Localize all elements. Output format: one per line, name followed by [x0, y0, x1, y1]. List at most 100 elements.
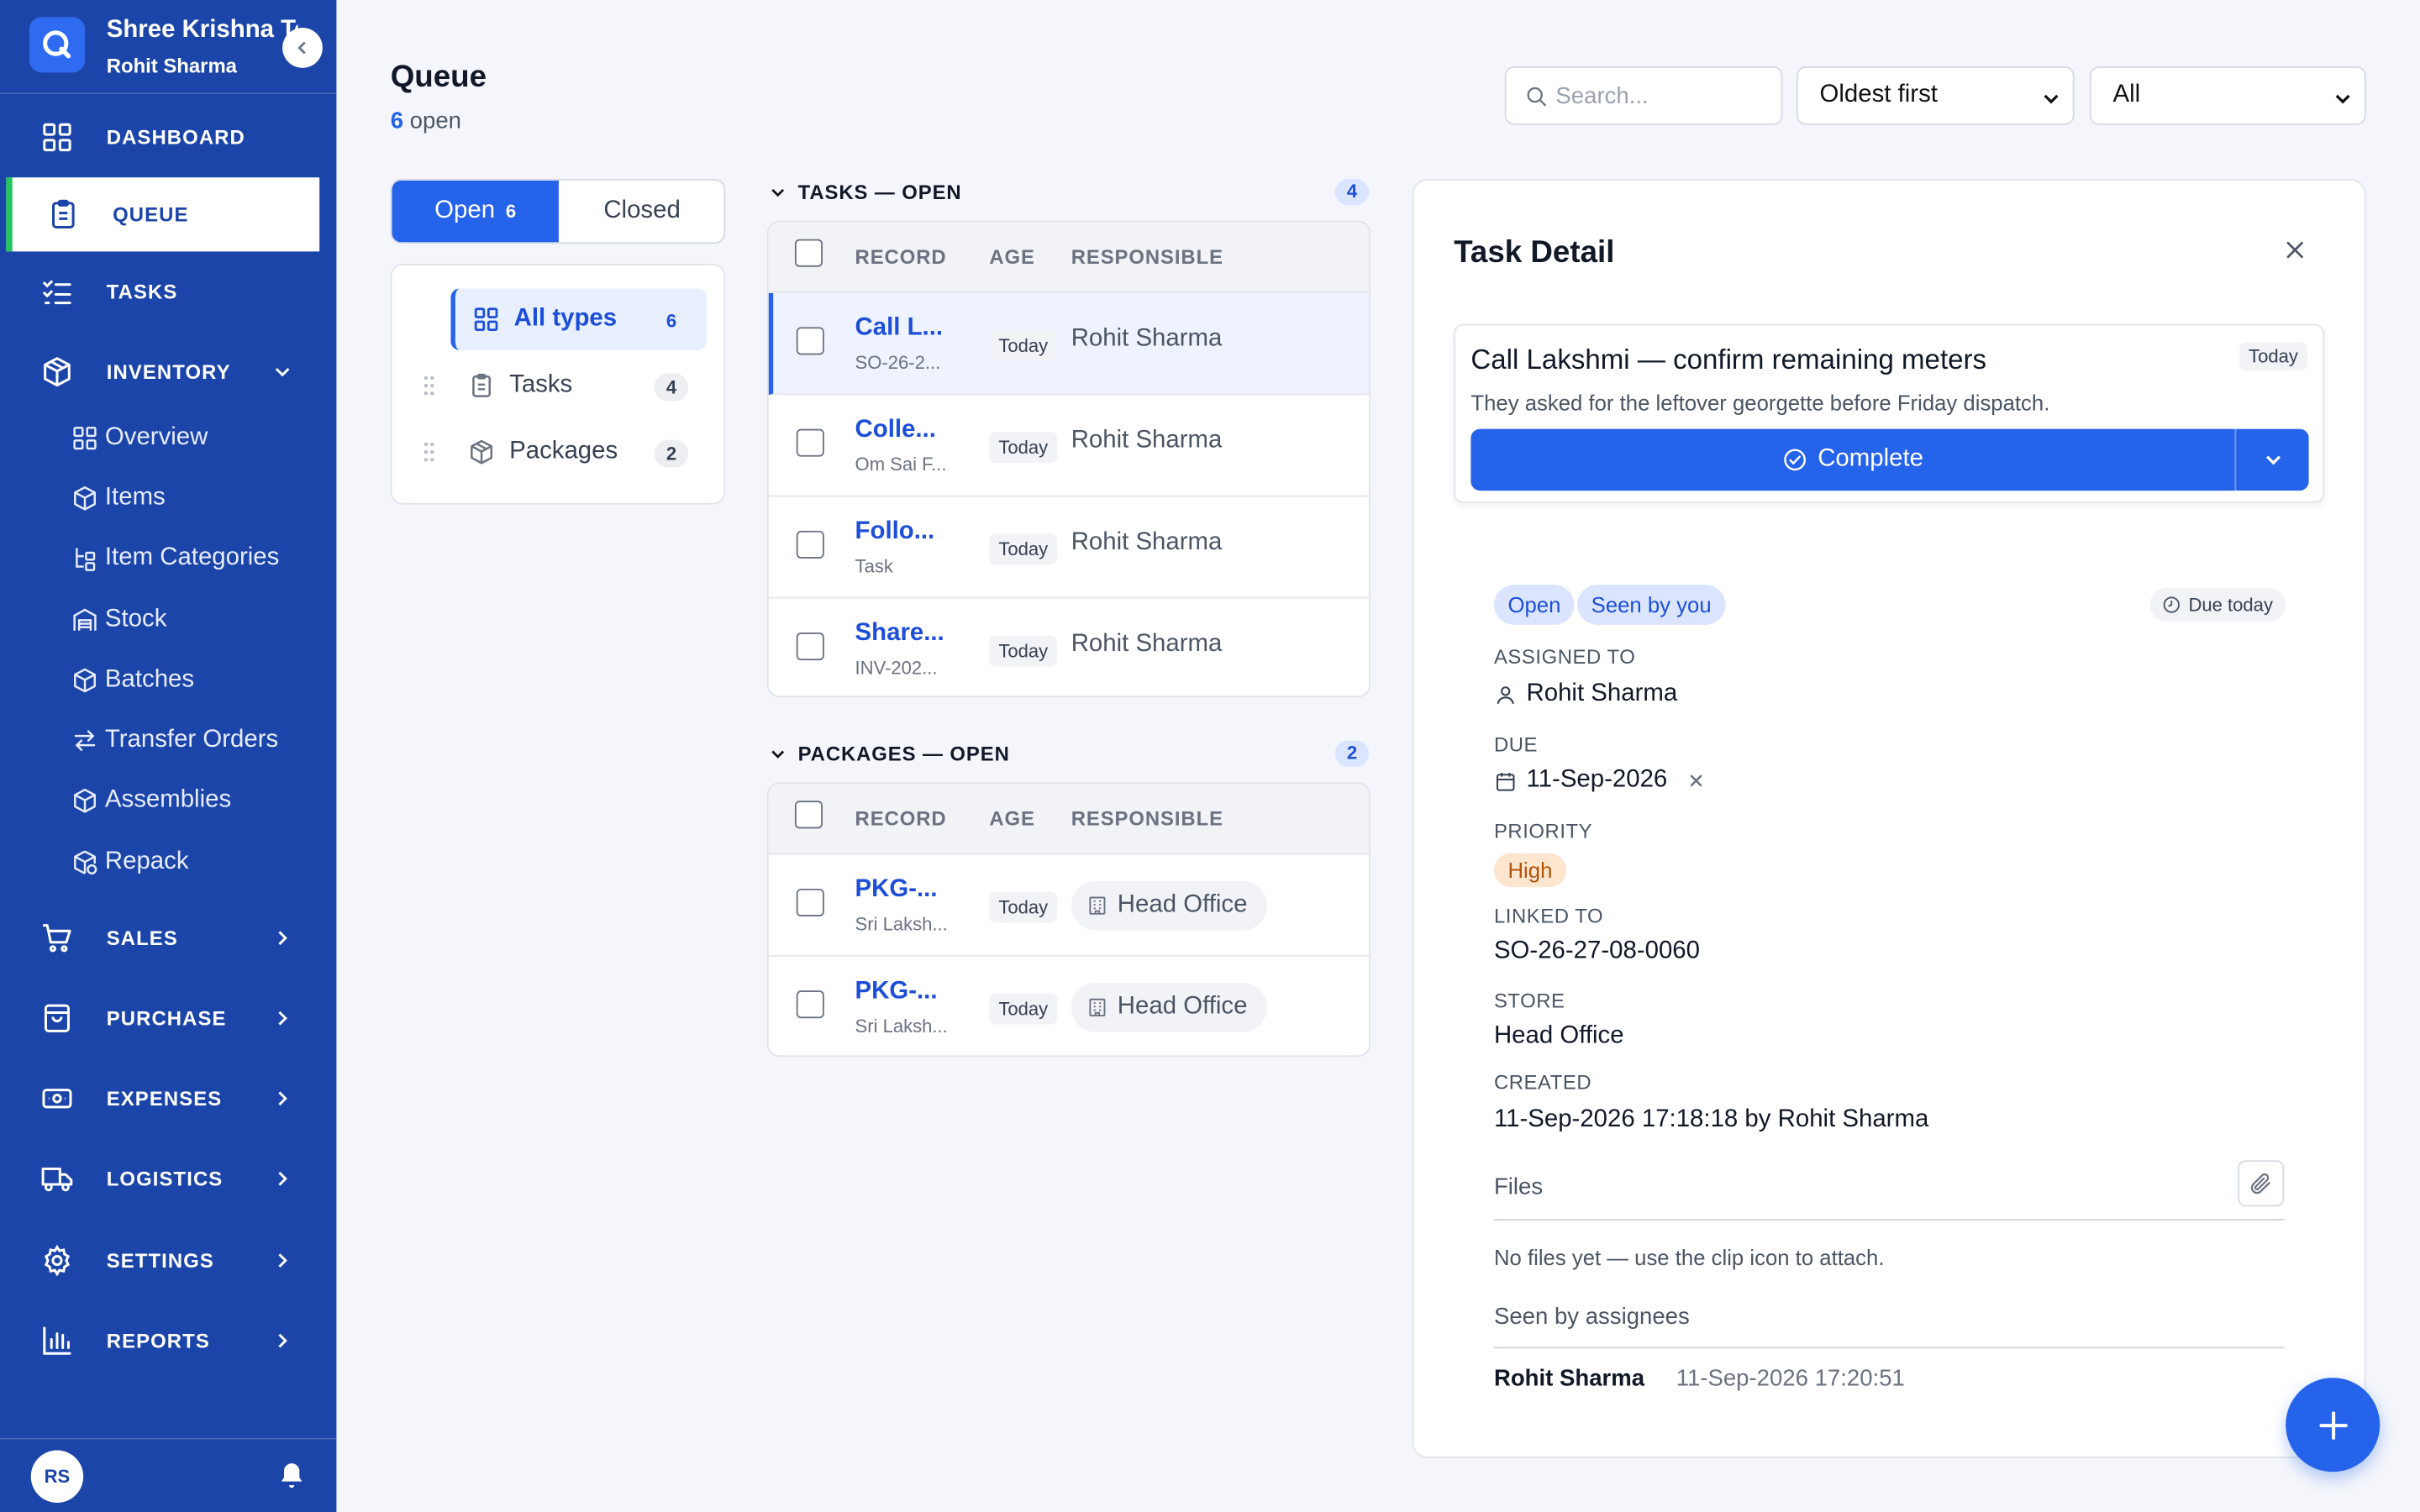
- table-row[interactable]: PKG-... Sri Laksh... Today Head Office: [769, 957, 1369, 1056]
- attach-file-button[interactable]: [2238, 1160, 2285, 1207]
- record-title[interactable]: PKG-...: [855, 876, 938, 904]
- drag-handle-icon[interactable]: [421, 441, 436, 463]
- record-subtitle: Sri Laksh...: [855, 913, 948, 936]
- dashboard-icon: [43, 123, 71, 152]
- tasks-section-header[interactable]: TASKS — OPEN: [771, 181, 962, 203]
- table-row[interactable]: PKG-... Sri Laksh... Today Head Office: [768, 855, 1370, 957]
- nav-tasks[interactable]: TASKS: [0, 253, 336, 330]
- filter-select[interactable]: All: [2089, 66, 2366, 125]
- close-icon[interactable]: [2284, 239, 2306, 261]
- table-row[interactable]: Call L... SO-26-2... Today Rohit Sharma: [768, 292, 1370, 396]
- store-value: Head Office: [1493, 1022, 1624, 1049]
- sidebar-item-assemblies[interactable]: Assemblies: [71, 787, 231, 815]
- tab-open[interactable]: Open 6: [392, 180, 559, 243]
- nav-expenses[interactable]: EXPENSES: [0, 1060, 336, 1137]
- table-row[interactable]: Colle... Om Sai F... Today Rohit Sharma: [768, 395, 1370, 497]
- nav-inventory-label: INVENTORY: [106, 360, 231, 384]
- seen-by-name: Rohit Sharma: [1493, 1365, 1645, 1392]
- select-all-checkbox[interactable]: [794, 239, 823, 267]
- assigned-value[interactable]: Rohit Sharma: [1494, 680, 1677, 708]
- task-age-badge: Today: [2239, 342, 2307, 370]
- chevron-right-icon: [278, 1253, 287, 1268]
- type-filter-all[interactable]: All types 6: [450, 288, 708, 350]
- record-subtitle: Om Sai F...: [855, 453, 947, 475]
- nav-settings-label: SETTINGS: [106, 1248, 214, 1273]
- avatar[interactable]: RS: [30, 1450, 84, 1503]
- type-filter-packages[interactable]: Packages 2: [450, 421, 707, 482]
- complete-options-button[interactable]: [2234, 428, 2309, 491]
- linked-label: LINKED TO: [1493, 904, 1604, 927]
- column-header-age: AGE: [989, 806, 1035, 831]
- nav-logistics[interactable]: LOGISTICS: [0, 1140, 336, 1217]
- sidebar-item-repack[interactable]: Repack: [71, 848, 189, 876]
- nav-dashboard[interactable]: DASHBOARD: [0, 99, 336, 176]
- record-title[interactable]: Call L...: [855, 315, 944, 343]
- chevron-down-icon: [2265, 455, 2281, 465]
- store-label: STORE: [1493, 989, 1565, 1012]
- sidebar-item-stock[interactable]: Stock: [71, 606, 166, 634]
- packages-section-header[interactable]: PACKAGES — OPEN: [771, 742, 1010, 765]
- paperclip-icon: [2250, 1173, 2270, 1194]
- type-filter-tasks[interactable]: Tasks 4: [450, 354, 707, 416]
- table-row[interactable]: Share... INV-202... Today Rohit Sharma: [769, 599, 1369, 696]
- sidebar-item-items[interactable]: Items: [71, 485, 166, 512]
- due-label: DUE: [1493, 732, 1539, 756]
- nav-inventory[interactable]: INVENTORY: [0, 333, 336, 411]
- sort-select[interactable]: Oldest first: [1796, 66, 2075, 125]
- task-summary-card: Call Lakshmi — confirm remaining meters …: [1454, 323, 2325, 503]
- priority-badge[interactable]: High: [1493, 853, 1566, 888]
- table-header: RECORD AGE RESPONSIBLE: [768, 222, 1370, 293]
- nav-sales[interactable]: SALES: [0, 900, 336, 977]
- seen-by-label: Seen by assignees: [1493, 1304, 1690, 1331]
- age-badge: Today: [989, 432, 1058, 464]
- assigned-name: Rohit Sharma: [1526, 680, 1678, 707]
- linked-value[interactable]: SO-26-27-08-0060: [1494, 938, 1700, 966]
- record-title[interactable]: Colle...: [855, 417, 936, 444]
- record-subtitle: INV-202...: [855, 657, 938, 680]
- add-button[interactable]: [2286, 1378, 2381, 1473]
- age-badge: Today: [989, 635, 1058, 667]
- page-title: Queue: [390, 60, 487, 95]
- check-circle-icon: [1783, 449, 1806, 471]
- record-title[interactable]: PKG-...: [855, 978, 938, 1005]
- nav-tasks-label: TASKS: [106, 280, 178, 303]
- row-checkbox[interactable]: [796, 888, 824, 917]
- sidebar-item-label: Transfer Orders: [104, 727, 279, 753]
- table-row[interactable]: Follo... Task Today Rohit Sharma: [768, 496, 1370, 599]
- chevron-right-icon: [278, 1091, 287, 1106]
- sidebar-item-transfer-orders[interactable]: Transfer Orders: [71, 727, 278, 754]
- record-title[interactable]: Share...: [855, 620, 944, 648]
- collapse-sidebar-button[interactable]: [282, 28, 323, 68]
- row-checkbox[interactable]: [796, 633, 824, 661]
- sidebar-item-item-categories[interactable]: Item Categories: [71, 544, 279, 572]
- record-subtitle: Sri Laksh...: [855, 1015, 948, 1037]
- drag-handle-icon[interactable]: [421, 375, 436, 396]
- open-count-label: open: [409, 108, 461, 134]
- nav-purchase[interactable]: PURCHASE: [0, 979, 336, 1057]
- responsible-name: Rohit Sharma: [1071, 528, 1223, 556]
- select-all-checkbox[interactable]: [794, 801, 823, 829]
- sidebar-item-overview[interactable]: Overview: [71, 424, 208, 452]
- type-filter-label: Packages: [509, 438, 618, 465]
- tab-closed[interactable]: Closed: [559, 181, 724, 242]
- complete-button[interactable]: Complete: [1470, 428, 2235, 491]
- store-chip-label: Head Office: [1117, 993, 1248, 1021]
- store-chip: Head Office: [1071, 880, 1268, 931]
- clear-date-icon[interactable]: [1689, 773, 1704, 788]
- row-checkbox[interactable]: [796, 990, 824, 1019]
- bell-icon[interactable]: [276, 1460, 308, 1491]
- calendar-icon: [1496, 772, 1515, 790]
- nav-queue[interactable]: QUEUE: [6, 177, 320, 252]
- sidebar-item-batches[interactable]: Batches: [71, 666, 194, 694]
- due-date: 11-Sep-2026: [1526, 766, 1668, 794]
- record-title[interactable]: Follo...: [855, 518, 935, 546]
- row-checkbox[interactable]: [796, 428, 824, 457]
- type-filter-label: All types: [513, 305, 618, 332]
- due-value[interactable]: 11-Sep-2026: [1494, 767, 1704, 795]
- nav-settings[interactable]: SETTINGS: [0, 1222, 336, 1299]
- row-checkbox[interactable]: [796, 327, 824, 355]
- row-checkbox[interactable]: [796, 530, 824, 559]
- created-value: 11-Sep-2026 17:18:18 by Rohit Sharma: [1493, 1105, 1929, 1133]
- search-input[interactable]: [1555, 67, 1772, 123]
- nav-reports[interactable]: REPORTS: [0, 1302, 336, 1379]
